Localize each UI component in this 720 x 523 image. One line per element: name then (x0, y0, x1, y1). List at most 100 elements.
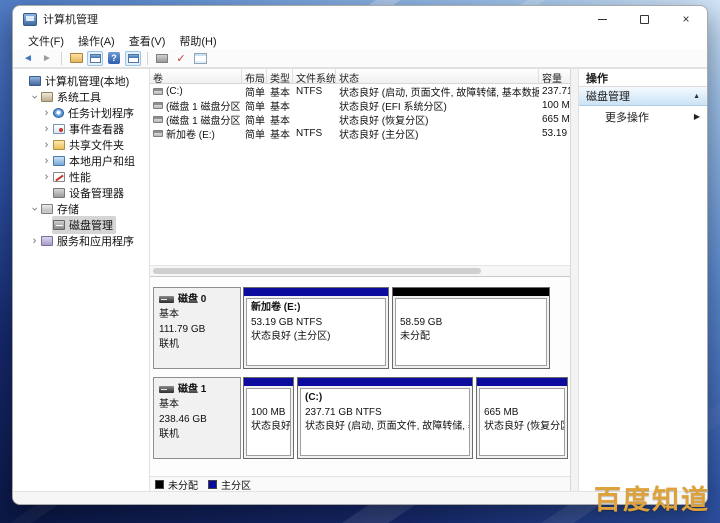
volume-row[interactable]: (磁盘 1 磁盘分区 4)简单基本状态良好 (恢复分区)665 MB (150, 112, 570, 126)
tree-item-label: 系统工具 (57, 89, 101, 105)
partition[interactable]: 100 MB状态良好 (EFI (243, 377, 294, 459)
legend-swatch (208, 480, 217, 489)
actions-group-label: 磁盘管理 (586, 88, 630, 104)
disk-label-1[interactable]: 磁盘 1基本238.46 GB联机 (153, 377, 241, 459)
column-header-2[interactable]: 类型 (267, 69, 293, 83)
menu-item-1[interactable]: 操作(A) (71, 32, 122, 50)
maximize-button[interactable] (623, 6, 665, 32)
volume-list-header: 卷布局类型文件系统状态容量 (150, 69, 570, 84)
disk-name-text: 磁盘 0 (178, 292, 206, 307)
volume-cell: NTFS (293, 128, 336, 139)
toolbar-separator (147, 52, 148, 65)
volume-cell: 状态良好 (启动, 页面文件, 故障转储, 基本数据分区) (336, 84, 539, 99)
volume-name-cell: (C:) (150, 86, 242, 97)
volume-cell: 基本 (267, 112, 293, 127)
computer-icon (29, 76, 41, 86)
column-header-0[interactable]: 卷 (150, 69, 242, 83)
tree-item-event-viewer[interactable]: › 事件查看器 (13, 121, 149, 137)
expander-right-icon[interactable]: › (41, 124, 52, 134)
disk-row-1: 磁盘 1基本238.46 GB联机 100 MB状态良好 (EFI(C:)237… (153, 377, 565, 459)
properties-icon[interactable] (192, 51, 208, 66)
expander-right-icon[interactable]: › (41, 108, 52, 118)
console-tree-icon (128, 54, 139, 63)
expander-right-icon[interactable]: › (41, 140, 52, 150)
system-tools-icon (41, 92, 53, 102)
volume-row[interactable]: (C:)简单基本NTFS状态良好 (启动, 页面文件, 故障转储, 基本数据分区… (150, 84, 570, 98)
close-button[interactable]: × (665, 6, 707, 32)
minimize-button[interactable] (581, 6, 623, 32)
expander-right-icon[interactable]: › (29, 236, 40, 246)
horizontal-scrollbar[interactable] (150, 265, 570, 276)
volume-cell: 简单 (242, 112, 267, 127)
expander-down-icon[interactable]: › (30, 204, 40, 215)
column-header-5[interactable]: 容量 (539, 69, 579, 83)
computer-management-window: 计算机管理 × 文件(F)操作(A)查看(V)帮助(H) ? 计算机管理(本地)… (12, 5, 708, 505)
tree-item-services-applications[interactable]: ›服务和应用程序 (13, 233, 149, 249)
action-pane-icon[interactable] (154, 51, 170, 66)
volume-cell: 基本 (267, 126, 293, 141)
expander-right-icon[interactable]: › (41, 172, 52, 182)
tree-item-system-tools[interactable]: › 系统工具 (13, 89, 149, 105)
disk-name-text: 磁盘 1 (178, 382, 206, 397)
tree-item-local-users-groups[interactable]: ›本地用户和组 (13, 153, 149, 169)
menu-item-0[interactable]: 文件(F) (21, 32, 71, 50)
back-icon[interactable] (20, 51, 36, 66)
help-icon[interactable]: ? (106, 51, 122, 66)
services-icon (41, 236, 53, 246)
volume-name-cell: (磁盘 1 磁盘分区 1) (150, 98, 242, 113)
partition-status: 状态良好 (启动, 页面文件, 故障转储, 基本数 (305, 420, 465, 435)
tree-item-disk-management[interactable]: 磁盘管理 (13, 217, 149, 233)
column-header-1[interactable]: 布局 (242, 69, 267, 83)
volume-icon (153, 88, 163, 95)
partition[interactable]: 665 MB状态良好 (恢复分区) (476, 377, 568, 459)
actions-group-disk-management[interactable]: 磁盘管理 ▲ (579, 87, 707, 106)
title-bar: 计算机管理 × (13, 6, 707, 32)
tree-item-storage[interactable]: ›存储 (13, 201, 149, 217)
expander-down-icon[interactable]: › (30, 92, 40, 103)
volume-cell: NTFS (293, 86, 336, 97)
legend-item-unallocated: 未分配 (155, 477, 198, 492)
volume-list-rows: (C:)简单基本NTFS状态良好 (启动, 页面文件, 故障转储, 基本数据分区… (150, 84, 570, 265)
volume-row[interactable]: 新加卷 (E:)简单基本NTFS状态良好 (主分区)53.19 GB (150, 126, 570, 140)
volume-cell: 简单 (242, 98, 267, 113)
menu-item-2[interactable]: 查看(V) (122, 32, 173, 50)
disk-label-0[interactable]: 磁盘 0基本111.79 GB联机 (153, 287, 241, 369)
check-disk-icon[interactable] (173, 51, 189, 66)
tree-item-shared-folders[interactable]: ›共享文件夹 (13, 137, 149, 153)
legend-label: 主分区 (221, 477, 251, 492)
tree-item-performance[interactable]: ›性能 (13, 169, 149, 185)
partition[interactable]: (C:)237.71 GB NTFS状态良好 (启动, 页面文件, 故障转储, … (297, 377, 473, 459)
pane-splitter[interactable] (571, 69, 579, 491)
volume-cell: 基本 (267, 84, 293, 99)
console-window-icon[interactable] (87, 51, 103, 66)
volume-cell: 100 MB (539, 100, 570, 111)
tree-item-device-manager[interactable]: 设备管理器 (13, 185, 149, 201)
graphical-disk-view: 磁盘 0基本111.79 GB联机新加卷 (E:)53.19 GB NTFS状态… (150, 277, 570, 476)
volume-row[interactable]: (磁盘 1 磁盘分区 1)简单基本状态良好 (EFI 系统分区)100 MB (150, 98, 570, 112)
disk-name: 磁盘 0 (159, 292, 235, 307)
partition[interactable]: 新加卷 (E:)53.19 GB NTFS状态良好 (主分区) (243, 287, 389, 369)
collapse-icon[interactable]: ▲ (693, 93, 700, 100)
expander-right-icon[interactable]: › (41, 156, 52, 166)
partition-body: 新加卷 (E:)53.19 GB NTFS状态良好 (主分区) (246, 298, 386, 366)
volume-name-cell: (磁盘 1 磁盘分区 4) (150, 112, 242, 127)
scrollbar-thumb[interactable] (153, 268, 481, 274)
menu-item-3[interactable]: 帮助(H) (172, 32, 223, 50)
unallocated-space[interactable]: 58.59 GB未分配 (392, 287, 550, 369)
column-header-3[interactable]: 文件系统 (293, 69, 336, 83)
volume-cell: 简单 (242, 126, 267, 141)
console-tree-icon[interactable] (125, 51, 141, 66)
column-header-4[interactable]: 状态 (336, 69, 539, 83)
volume-cell: 状态良好 (恢复分区) (336, 112, 539, 127)
partition-color-band (393, 288, 549, 296)
tree-item-label: 事件查看器 (69, 121, 124, 137)
disk-row-0: 磁盘 0基本111.79 GB联机新加卷 (E:)53.19 GB NTFS状态… (153, 287, 565, 369)
volume-list: 卷布局类型文件系统状态容量 (C:)简单基本NTFS状态良好 (启动, 页面文件… (150, 69, 570, 277)
more-actions-item[interactable]: 更多操作 ▶ (579, 106, 707, 127)
volume-cell: 53.19 GB (539, 128, 570, 139)
submenu-arrow-icon: ▶ (694, 112, 700, 121)
tree-item-task-scheduler[interactable]: ›任务计划程序 (13, 105, 149, 121)
tree-item-computer-management-root[interactable]: 计算机管理(本地) (13, 73, 149, 89)
folder-icon[interactable] (68, 51, 84, 66)
forward-icon[interactable] (39, 51, 55, 66)
